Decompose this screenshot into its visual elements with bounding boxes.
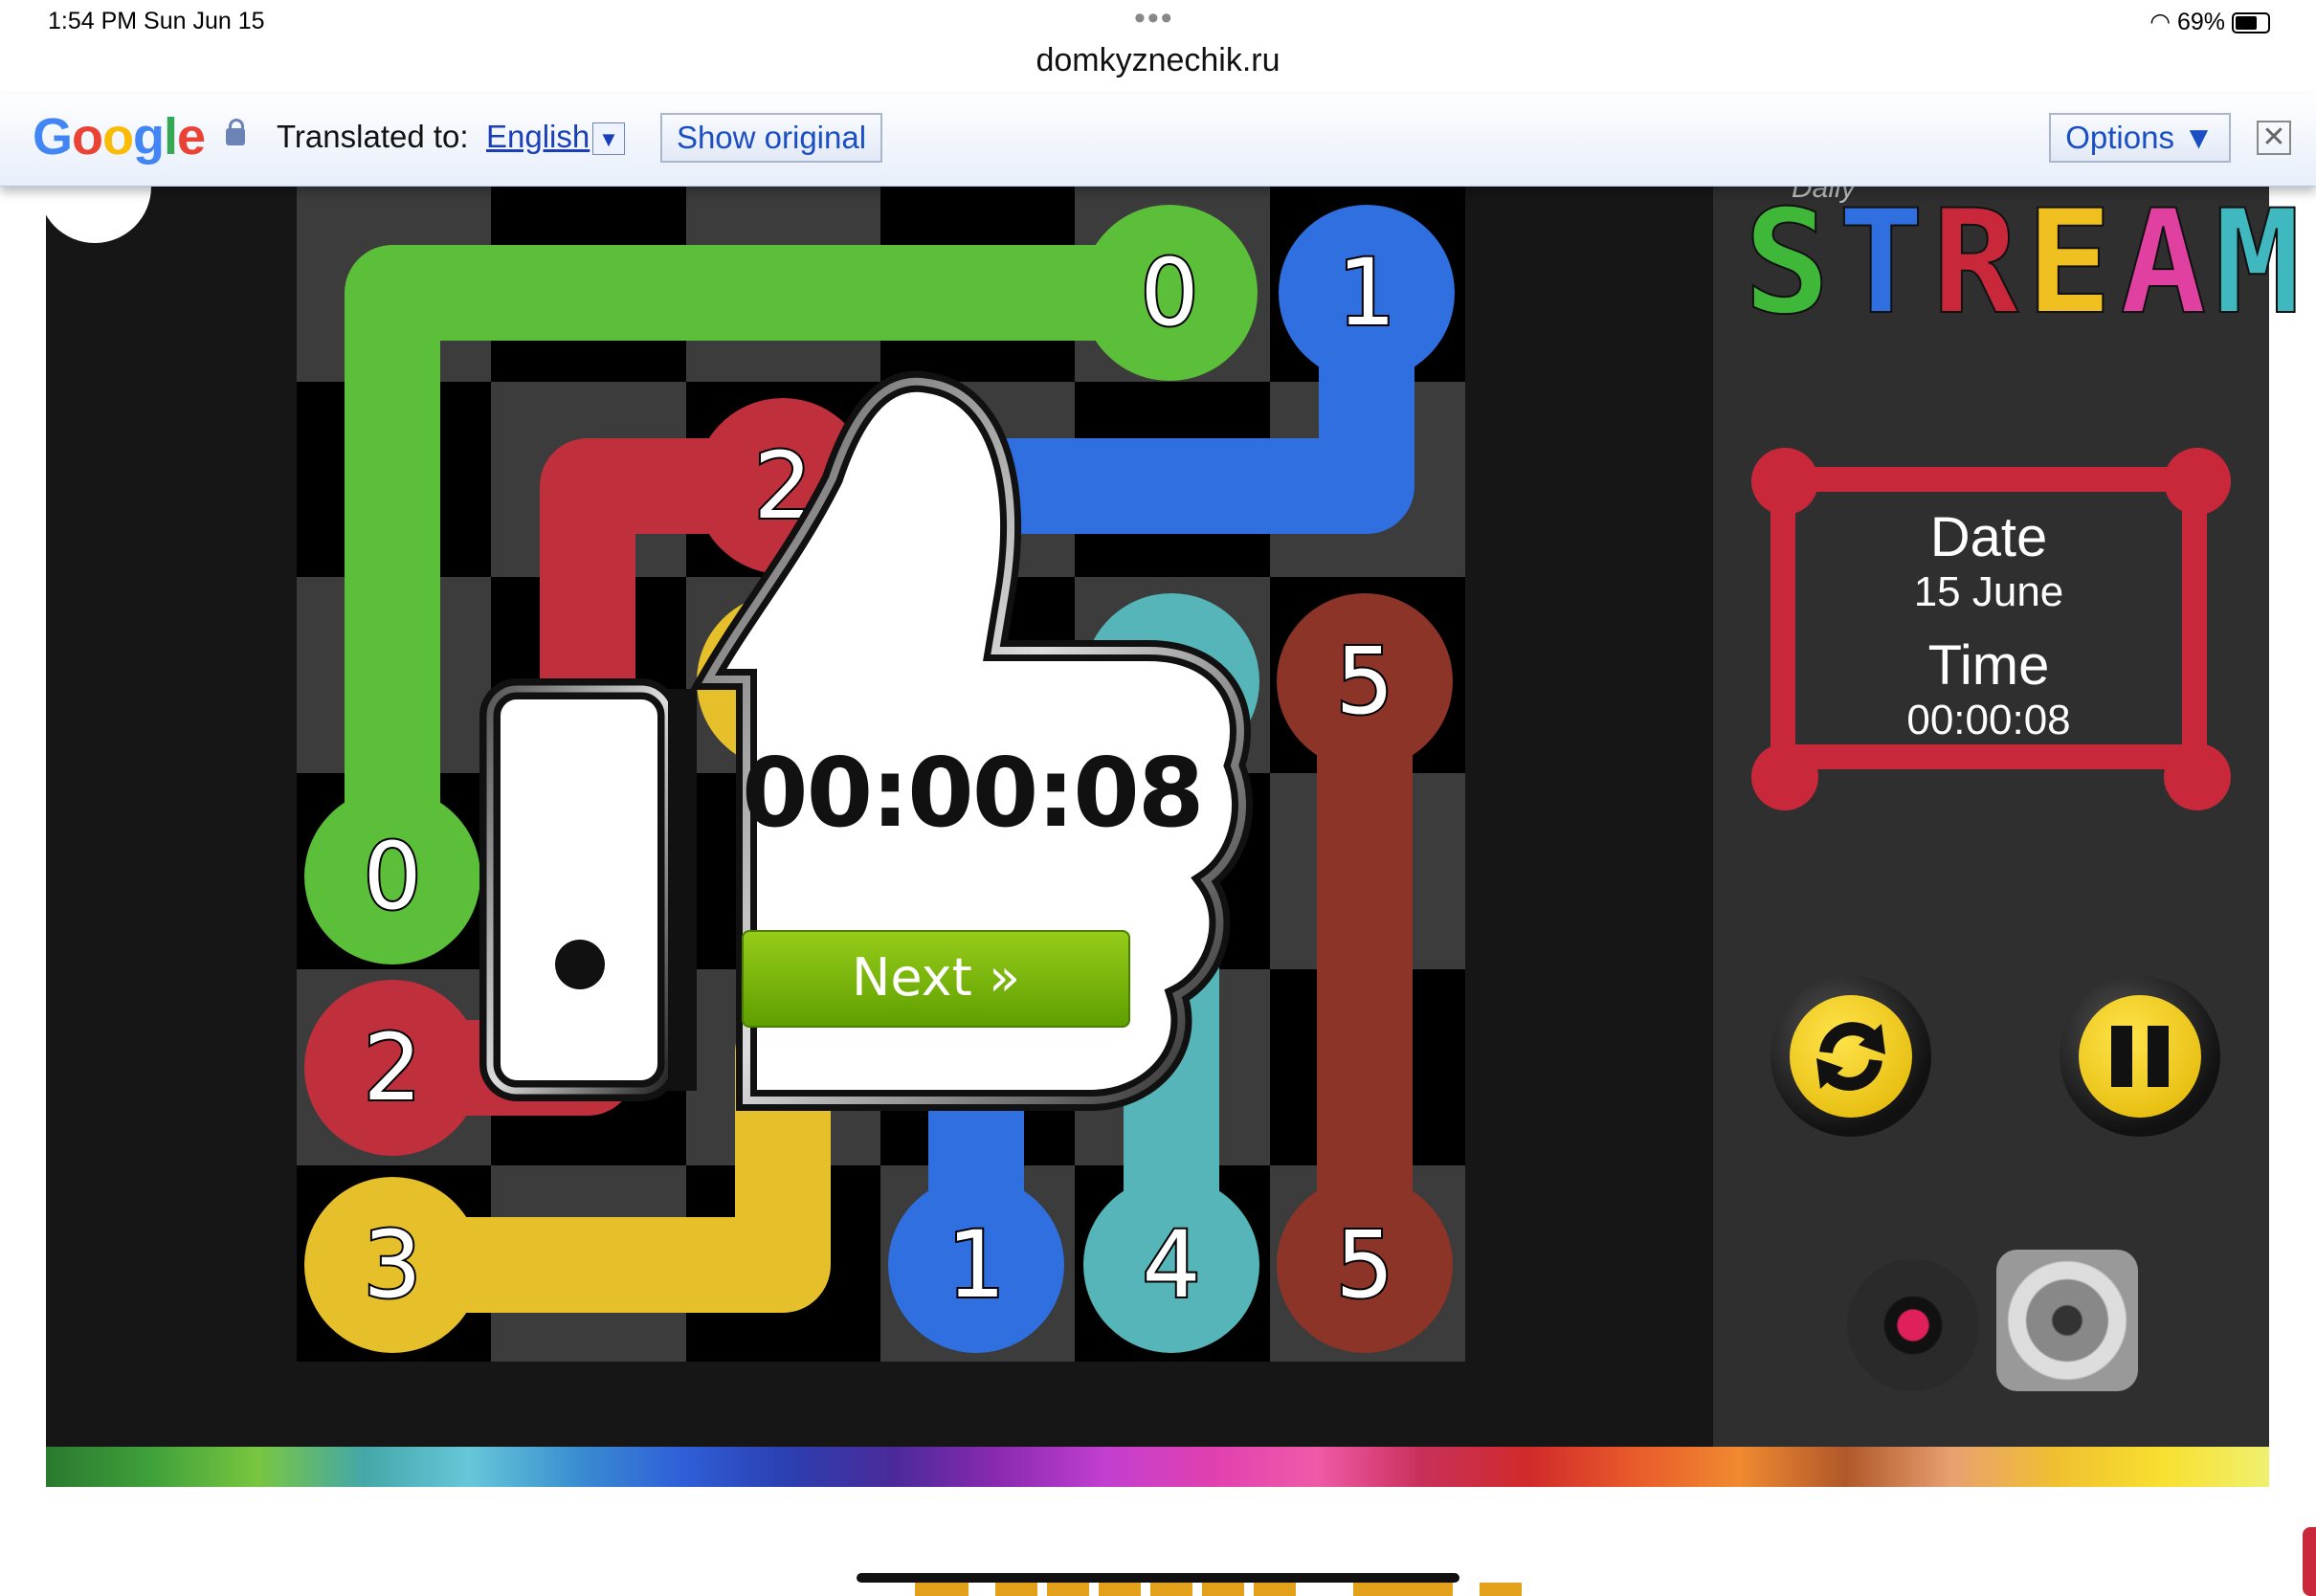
time-value: 00:00:08 [1906,697,2071,743]
board-cell[interactable] [685,1164,881,1362]
flow-dot-label: 4 [1140,1209,1202,1320]
logo-letter: S [1743,180,1838,346]
side-panel [1713,186,2269,1447]
flow-dot-label: 1 [945,1209,1007,1320]
speaker-icon[interactable] [1996,1250,2138,1391]
refresh-icon [1790,995,1912,1118]
flow-dot-label: 5 [1333,626,1395,737]
pager-item[interactable] [915,1583,969,1596]
google-logo: Google [33,108,206,166]
pager-item[interactable] [1099,1583,1141,1596]
status-time: 1:54 PM Sun Jun 15 [48,8,265,34]
pager-item[interactable] [1254,1583,1296,1596]
battery-icon [2232,12,2270,34]
board-cell[interactable] [880,186,1076,382]
pager-item[interactable] [1047,1583,1089,1596]
board-cell[interactable] [491,1164,687,1362]
language-dropdown-icon[interactable]: ▼ [592,122,625,155]
restart-button[interactable] [1770,976,1931,1137]
board-cell[interactable] [1269,968,1465,1165]
options-button[interactable]: Options ▼ [2049,113,2231,163]
translate-bar: Google Translated to: English ▼ Show ori… [0,94,2316,187]
logo-letter: R [1931,180,2026,346]
flow-dot-label: 3 [361,1209,423,1320]
side-tab[interactable] [2303,1527,2316,1596]
flow-dot-label: 0 [1138,237,1200,348]
flow-dot-label: 1 [1335,237,1397,348]
wifi-icon: ◠ [2149,9,2177,35]
rainbow-strip [46,1447,2269,1487]
lock-icon [226,119,245,145]
pager-item[interactable] [1202,1583,1244,1596]
pause-icon [2079,995,2201,1118]
logo-letter: A [2119,180,2215,346]
language-link[interactable]: English [486,119,590,155]
home-indicator [857,1573,1459,1583]
show-original-button[interactable]: Show original [660,113,882,163]
close-icon[interactable]: ✕ [2257,121,2291,155]
logo-letter: T [1837,180,1932,346]
multitask-dots[interactable]: ••• [1134,0,1174,37]
pause-button[interactable] [2060,976,2220,1137]
board-cell[interactable] [1269,773,1465,970]
battery-status: ◠ 69% [2149,8,2270,36]
pager-item[interactable] [1353,1583,1453,1596]
board-cell[interactable] [685,186,881,382]
next-button[interactable]: Next » [742,930,1130,1028]
translated-to-label: Translated to: [277,119,469,154]
board-cell[interactable] [297,186,492,382]
flow-dot-label: 5 [1333,1209,1395,1320]
pager-item[interactable] [995,1583,1037,1596]
battery-percent: 69% [2177,9,2226,35]
date-label: Date [1929,506,2048,568]
frame-corner [1751,743,1818,810]
overlay-timer: 00:00:08 [742,737,1204,849]
flow-dot-label: 0 [361,821,423,932]
music-record-icon[interactable] [1847,1259,1979,1391]
pager-item[interactable] [1150,1583,1192,1596]
board-cell[interactable] [491,186,687,382]
flow-dot-label: 2 [361,1012,423,1123]
logo-letter: M [2214,180,2308,346]
frame-corner [2164,743,2231,810]
logo-letter: E [2025,180,2121,346]
time-label: Time [1927,634,2050,697]
board-cell[interactable] [1269,381,1465,578]
address-bar-url[interactable]: domkyznechik.ru [0,42,2316,79]
status-bar: 1:54 PM Sun Jun 15 ••• ◠ 69% [0,0,2316,46]
stream-logo: STREAM [1743,190,2308,336]
date-value: 15 June [1913,568,2064,615]
pager-item[interactable] [1480,1583,1522,1596]
